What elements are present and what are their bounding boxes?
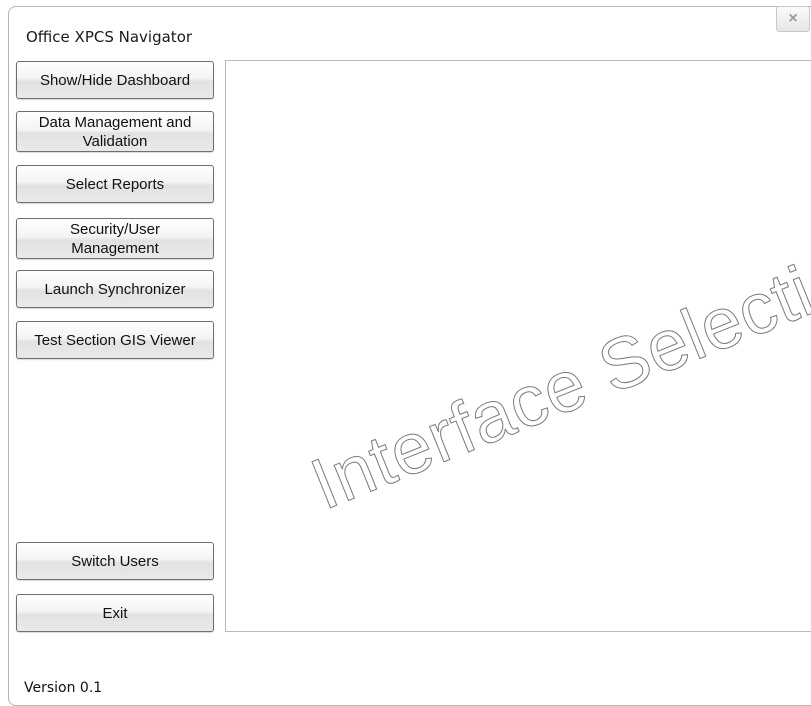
data-management-label: Data Management and Validation <box>38 113 192 150</box>
data-management-button[interactable]: Data Management and Validation <box>16 111 214 152</box>
exit-button[interactable]: Exit <box>16 594 214 632</box>
switch-users-button[interactable]: Switch Users <box>16 542 214 580</box>
launch-synchronizer-label: Launch Synchronizer <box>44 280 186 298</box>
version-label: Version 0.1 <box>24 680 103 696</box>
launch-synchronizer-button[interactable]: Launch Synchronizer <box>16 270 214 308</box>
test-section-gis-viewer-label: Test Section GIS Viewer <box>34 331 196 349</box>
select-reports-button[interactable]: Select Reports <box>16 165 214 203</box>
close-icon: × <box>788 10 798 27</box>
exit-label: Exit <box>102 604 128 622</box>
security-user-management-button[interactable]: Security/User Management <box>16 218 214 259</box>
show-hide-dashboard-label: Show/Hide Dashboard <box>39 71 191 89</box>
switch-users-label: Switch Users <box>71 552 159 570</box>
security-user-management-label: Security/User Management <box>69 220 161 257</box>
window-title: Office XPCS Navigator <box>26 28 193 46</box>
test-section-gis-viewer-button[interactable]: Test Section GIS Viewer <box>16 321 214 359</box>
show-hide-dashboard-button[interactable]: Show/Hide Dashboard <box>16 61 214 99</box>
select-reports-label: Select Reports <box>65 175 165 193</box>
close-button[interactable]: × <box>776 6 810 32</box>
